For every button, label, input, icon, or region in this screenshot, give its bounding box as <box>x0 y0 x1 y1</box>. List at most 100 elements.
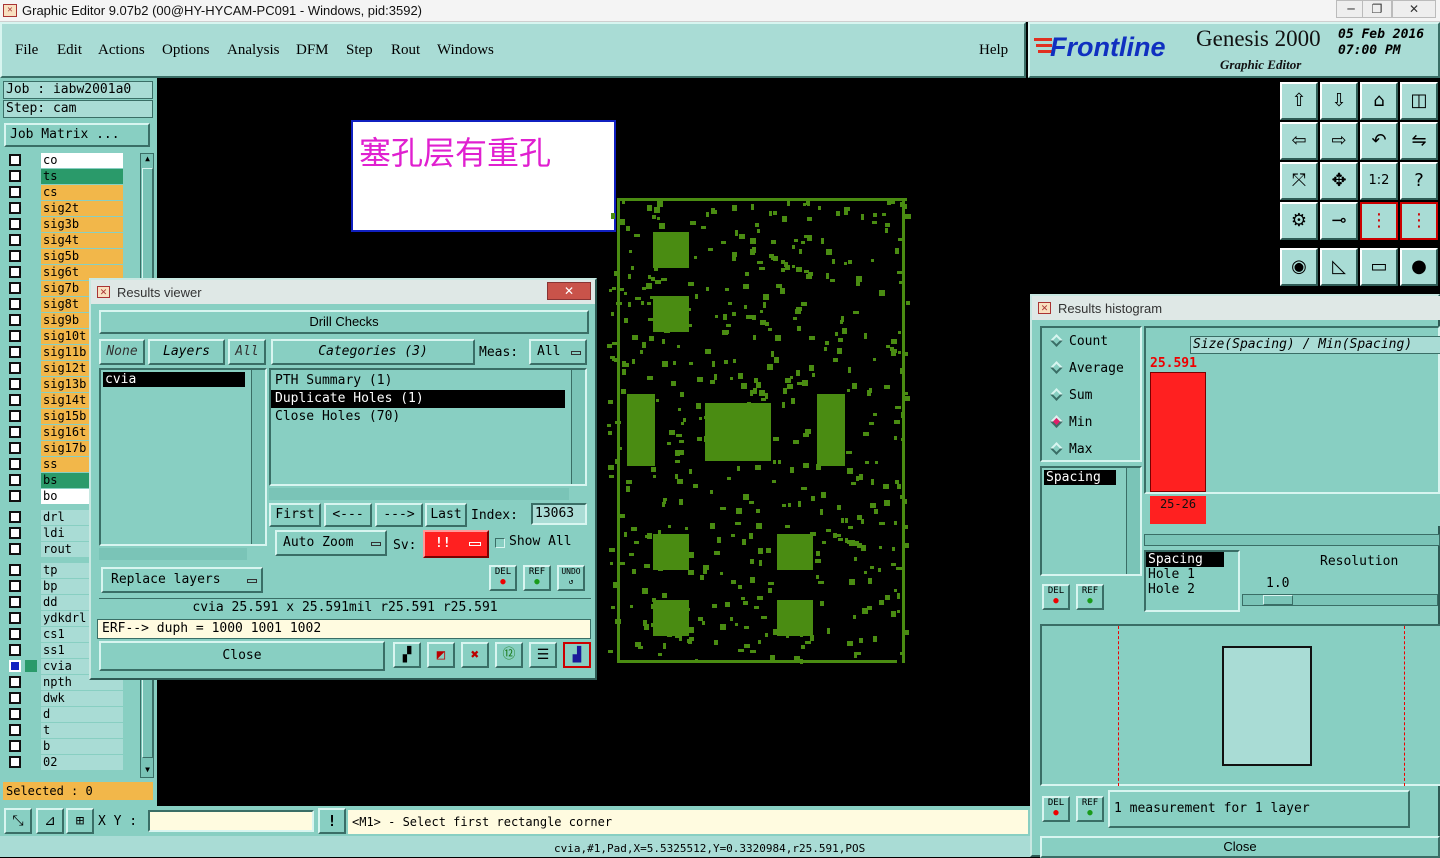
show-all-checkbox[interactable] <box>495 538 505 548</box>
layer-row-t[interactable]: t <box>5 723 124 738</box>
menu-actions[interactable]: Actions <box>98 42 145 59</box>
measure-list[interactable]: Spacing <box>1040 466 1142 576</box>
layer-checkbox[interactable] <box>9 692 21 704</box>
fit-icon[interactable]: ⤧ <box>1280 162 1318 200</box>
category-duplicate-holes[interactable]: Duplicate Holes (1) <box>271 390 565 408</box>
menu-windows[interactable]: Windows <box>437 42 494 59</box>
layer-checkbox[interactable] <box>9 202 21 214</box>
layer-checkbox[interactable] <box>9 724 21 736</box>
layer-checkbox[interactable] <box>9 511 21 523</box>
replace-layers-dropdown[interactable]: Replace layers <box>101 567 263 593</box>
category-list[interactable]: PTH Summary (1) Duplicate Holes (1) Clos… <box>269 368 587 486</box>
layer-row-cs[interactable]: cs <box>5 185 124 200</box>
spacing-list[interactable]: Spacing Hole 1 Hole 2 <box>1144 550 1240 612</box>
undo-view-icon[interactable]: ↶ <box>1360 122 1398 160</box>
layer-row-b[interactable]: b <box>5 739 124 754</box>
layer-row-02[interactable]: 02 <box>5 755 124 770</box>
severity-dropdown[interactable]: !! <box>423 530 489 558</box>
pad-icon[interactable]: ● <box>1400 248 1438 286</box>
undo-button[interactable]: UNDO ↺ <box>557 565 585 591</box>
probe-icon[interactable]: ⊸ <box>1320 202 1358 240</box>
window-icon[interactable]: ◫ <box>1400 82 1438 120</box>
resolution-slider[interactable] <box>1242 594 1438 606</box>
layer-checkbox[interactable] <box>9 612 21 624</box>
preview-ref-button[interactable]: REF ● <box>1076 796 1104 822</box>
layer-checkbox[interactable] <box>9 346 21 358</box>
layer-checkbox[interactable] <box>9 282 21 294</box>
clear-ref-icon[interactable]: ✖ <box>461 642 489 668</box>
layer-checkbox[interactable] <box>9 234 21 246</box>
del-button[interactable]: DEL ● <box>489 565 517 591</box>
menu-analysis[interactable]: Analysis <box>227 42 280 59</box>
layer-checkbox[interactable] <box>9 580 21 592</box>
layer-checkbox[interactable] <box>9 474 21 486</box>
agg-option-sum[interactable]: Sum <box>1050 388 1092 403</box>
layer-row-sig4t[interactable]: sig4t <box>5 233 124 248</box>
layer-checkbox[interactable] <box>9 218 21 230</box>
histogram-bar[interactable] <box>1150 372 1206 492</box>
close-button[interactable]: ✕ <box>1392 0 1436 18</box>
scale-icon[interactable]: 1:2 <box>1360 162 1398 200</box>
step-icon[interactable]: ⑫ <box>495 642 523 668</box>
layer-checkbox[interactable] <box>9 644 21 656</box>
pan-up-icon[interactable]: ⇧ <box>1280 82 1318 120</box>
categories-button[interactable]: Categories (3) <box>271 339 475 365</box>
layer-toggle-icon[interactable]: ⋮ <box>1360 202 1398 240</box>
menu-step[interactable]: Step <box>346 42 373 59</box>
agg-option-max[interactable]: Max <box>1050 442 1092 457</box>
pan-right-icon[interactable]: ⇨ <box>1320 122 1358 160</box>
hole2-item[interactable]: Hole 2 <box>1146 582 1238 597</box>
layer-checkbox[interactable] <box>9 740 21 752</box>
layer-checkbox[interactable] <box>9 426 21 438</box>
flag-icon[interactable]: ▞ <box>393 642 421 668</box>
measure-icon[interactable]: ⊿ <box>36 808 64 834</box>
layer-row-sig5b[interactable]: sig5b <box>5 249 124 264</box>
auto-zoom-dropdown[interactable]: Auto Zoom <box>275 530 387 556</box>
layer-row-d[interactable]: d <box>5 707 124 722</box>
home-icon[interactable]: ⌂ <box>1360 82 1398 120</box>
ruler-icon[interactable]: ▭ <box>1360 248 1398 286</box>
layer-row-ts[interactable]: ts <box>5 169 124 184</box>
center-icon[interactable]: ✥ <box>1320 162 1358 200</box>
all-layers-button[interactable]: All <box>228 339 266 365</box>
category-hscroll[interactable] <box>269 488 569 500</box>
layer-checkbox[interactable] <box>9 756 21 768</box>
layer-checkbox[interactable] <box>9 186 21 198</box>
measure-item-spacing[interactable]: Spacing <box>1044 470 1116 485</box>
pan-down-icon[interactable]: ⇩ <box>1320 82 1358 120</box>
prev-button[interactable]: <--- <box>324 503 372 527</box>
viewer-close-button[interactable]: Close <box>99 641 385 671</box>
grid-icon[interactable]: ⊞ <box>66 808 94 834</box>
histogram-icon[interactable]: ▟ <box>563 642 591 668</box>
layer-checkbox[interactable] <box>9 490 21 502</box>
layer-checkbox[interactable] <box>9 660 21 672</box>
layer-hscroll[interactable] <box>99 548 247 560</box>
layer-checkbox[interactable] <box>9 394 21 406</box>
first-button[interactable]: First <box>269 503 321 527</box>
layer-checkbox[interactable] <box>9 330 21 342</box>
preview-del-button[interactable]: DEL ● <box>1042 796 1070 822</box>
layer-checkbox[interactable] <box>9 708 21 720</box>
agg-option-average[interactable]: Average <box>1050 361 1124 376</box>
layer-row-co[interactable]: co <box>5 153 124 168</box>
ref-button[interactable]: REF ● <box>523 565 551 591</box>
none-button[interactable]: None <box>99 339 145 365</box>
hist-del-button[interactable]: DEL ● <box>1042 584 1070 610</box>
hist-ref-button[interactable]: REF ● <box>1076 584 1104 610</box>
layer-checkbox[interactable] <box>9 314 21 326</box>
draw-icon[interactable]: ◺ <box>1320 248 1358 286</box>
index-input[interactable]: 13063 <box>531 503 587 525</box>
layer-checkbox[interactable] <box>9 154 21 166</box>
settings-icon[interactable]: ⚙ <box>1280 202 1318 240</box>
layer-toggle2-icon[interactable]: ⋮ <box>1400 202 1438 240</box>
layer-checkbox[interactable] <box>9 596 21 608</box>
layer-checkbox[interactable] <box>9 543 21 555</box>
layer-checkbox[interactable] <box>9 250 21 262</box>
layer-checkbox[interactable] <box>9 170 21 182</box>
xy-input[interactable] <box>148 810 314 832</box>
menu-rout[interactable]: Rout <box>391 42 420 59</box>
meas-dropdown[interactable]: All <box>529 339 587 365</box>
layer-checkbox[interactable] <box>9 527 21 539</box>
category-pth-summary[interactable]: PTH Summary (1) <box>271 372 585 390</box>
results-viewer-close-button[interactable]: ✕ <box>547 282 591 300</box>
